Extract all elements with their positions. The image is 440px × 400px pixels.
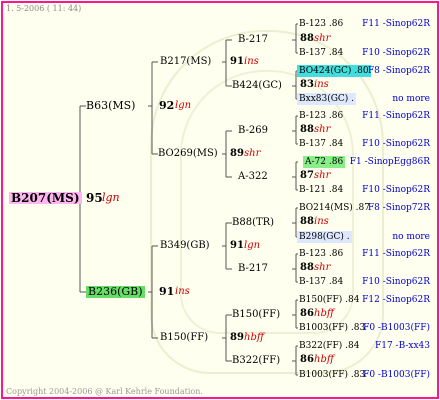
g4-queen[interactable]: B1003(FF) .83: [299, 322, 365, 334]
g3-d2-num: 86: [300, 354, 314, 365]
g4-queen[interactable]: A-72 .86: [303, 156, 346, 168]
g3-d1-tag: hbff: [314, 308, 334, 319]
g2-a-tag: ins: [244, 56, 259, 67]
g3-b1-tag: shr: [314, 124, 331, 135]
g1-top-queen[interactable]: B63(MS): [86, 100, 135, 112]
g3-b2-num: 87: [300, 170, 314, 181]
g2-b-num: 89: [230, 148, 244, 159]
g3-a2-num: 83: [300, 79, 314, 90]
g3-a1-queen[interactable]: B-217: [238, 34, 268, 46]
g3-c2-queen[interactable]: B-217: [238, 263, 268, 275]
report-date: 1. 5-2006 ( 11: 44): [6, 4, 82, 13]
g2-d-queen[interactable]: B150(FF): [160, 332, 208, 344]
g2-d-tag: hbff: [244, 332, 264, 343]
root-tag: lgn: [102, 191, 120, 204]
g4-queen[interactable]: B322(FF) .84: [299, 340, 359, 352]
g3-c1-num: 88: [300, 216, 314, 227]
g4-pedigree: F0 -B1003(FF): [363, 370, 430, 380]
g4-pedigree: F10 -Sinop62R: [362, 185, 430, 195]
g4-queen[interactable]: B-137 .84: [299, 138, 343, 150]
g3-b1-num: 88: [300, 124, 314, 135]
g3-a1-tag: shr: [314, 33, 331, 44]
g4-pedigree: F8 -Sinop72R: [367, 203, 430, 213]
g4-queen[interactable]: B-137 .84: [299, 276, 343, 288]
g3-c2-tag: shr: [314, 262, 331, 273]
g4-queen[interactable]: B-123 .86: [299, 110, 343, 122]
g4-pedigree: F8 -Sinop62R: [367, 66, 430, 76]
g4-queen[interactable]: BO424(GC) .80: [297, 65, 371, 77]
g2-b-queen[interactable]: BO269(MS): [158, 148, 218, 160]
g2-c-num: 91: [230, 240, 244, 251]
copyright-footer: Copyright 2004-2006 @ Karl Kehrle Founda…: [6, 387, 203, 396]
g2-b-tag: shr: [244, 148, 261, 159]
g4-queen[interactable]: B150(FF) .84: [299, 294, 359, 306]
g3-b1-queen[interactable]: B-269: [238, 125, 268, 137]
g4-queen[interactable]: B-123 .86: [299, 18, 343, 30]
g3-a1-num: 88: [300, 33, 314, 44]
g4-queen[interactable]: BO214(MS) .87: [299, 202, 370, 214]
g4-pedigree: F0 -B1003(FF): [363, 323, 430, 333]
g4-pedigree: F10 -Sinop62R: [362, 277, 430, 287]
g4-queen[interactable]: B298(GC) .: [297, 231, 352, 243]
g4-queen[interactable]: B1003(FF) .83: [299, 369, 365, 381]
g2-a-num: 91: [230, 56, 244, 67]
g4-pedigree: F17 -B-xx43: [374, 341, 430, 351]
g3-d2-queen[interactable]: B322(FF): [232, 355, 280, 367]
g4-pedigree: F12 -Sinop62R: [362, 295, 430, 305]
g4-pedigree: no more: [392, 232, 430, 242]
g3-a2-tag: ins: [314, 79, 329, 90]
g3-d1-queen[interactable]: B150(FF): [232, 309, 280, 321]
g2-c-queen[interactable]: B349(GB): [160, 240, 210, 252]
g3-a2-queen[interactable]: B424(GC): [232, 80, 282, 92]
g1-bottom-tag: ins: [175, 286, 190, 297]
g1-top-tag: lgn: [175, 100, 192, 111]
g4-pedigree: F11 -Sinop62R: [362, 249, 430, 259]
g4-pedigree: F11 -Sinop62R: [362, 111, 430, 121]
g3-c2-num: 88: [300, 262, 314, 273]
root-num: 95: [86, 191, 103, 205]
g3-c1-queen[interactable]: B88(TR): [232, 217, 274, 229]
g1-top-num: 92: [159, 99, 175, 112]
g4-queen[interactable]: B-123 .86: [299, 248, 343, 260]
g3-d2-tag: hbff: [314, 354, 334, 365]
g4-pedigree: F1 -SinopEgg86R: [349, 157, 430, 167]
g1-bottom-queen[interactable]: B236(GB): [86, 286, 145, 298]
g4-pedigree: F11 -Sinop62R: [362, 19, 430, 29]
g1-bottom-num: 91: [159, 285, 175, 298]
root-queen[interactable]: B207(MS): [9, 192, 82, 204]
g4-pedigree: no more: [392, 94, 430, 104]
g2-c-tag: lgn: [244, 240, 261, 251]
g4-queen[interactable]: Bxx83(GC) .: [297, 93, 357, 105]
g3-b2-tag: shr: [314, 170, 331, 181]
g4-queen[interactable]: B-121 .84: [299, 184, 343, 196]
g2-a-queen[interactable]: B217(MS): [160, 56, 211, 68]
g3-d1-num: 86: [300, 308, 314, 319]
g2-d-num: 89: [230, 332, 244, 343]
g4-pedigree: F10 -Sinop62R: [362, 139, 430, 149]
g4-pedigree: F10 -Sinop62R: [362, 48, 430, 58]
g4-queen[interactable]: B-137 .84: [299, 47, 343, 59]
g3-b2-queen[interactable]: A-322: [238, 171, 268, 183]
g3-c1-tag: ins: [314, 216, 329, 227]
